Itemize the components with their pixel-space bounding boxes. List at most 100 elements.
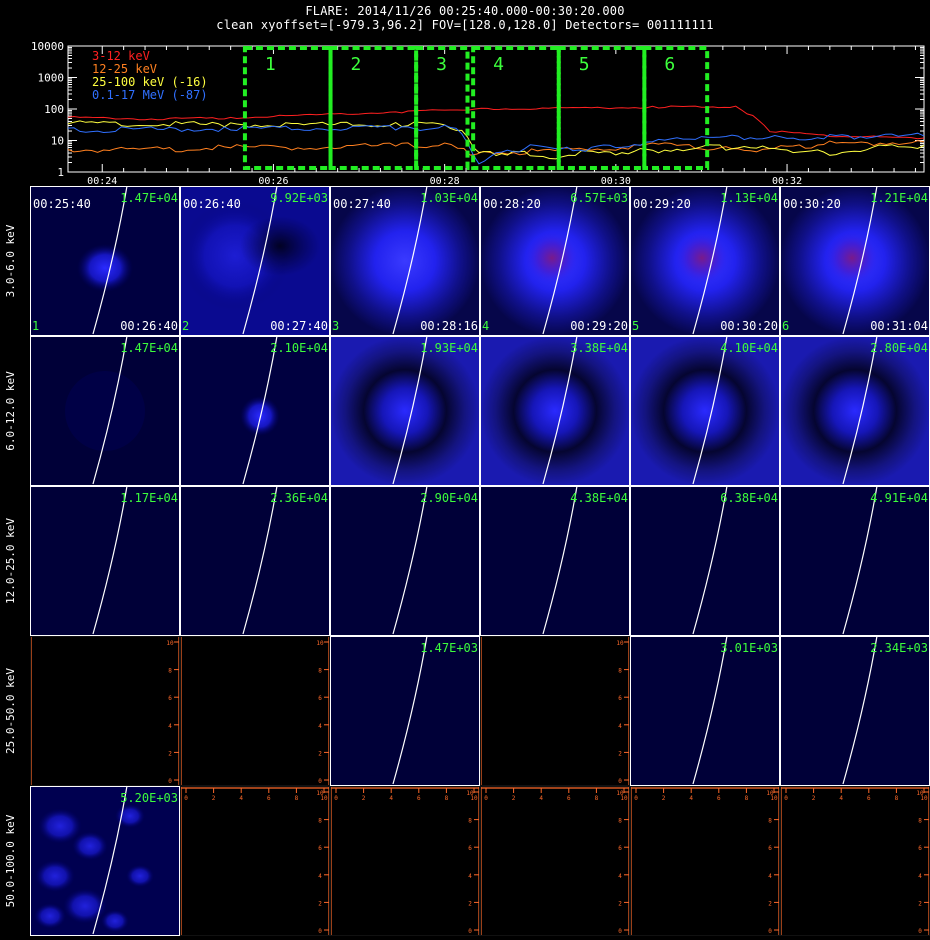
- source-emission: [480, 336, 630, 486]
- frame-tick-label: 4: [618, 873, 622, 880]
- peak-value-label: 2.10E+04: [270, 341, 328, 355]
- source-emission: [240, 396, 280, 436]
- frame-tick-label: 0: [334, 795, 338, 802]
- image-background: [330, 636, 480, 786]
- frame-tick-label: 8: [318, 668, 322, 675]
- image-parameters: clean xyoffset=[-979.3,96.2] FOV=[128.0,…: [216, 18, 714, 32]
- frame-tick-label: 4: [239, 795, 243, 802]
- frame-tick-label: 8: [295, 795, 299, 802]
- frame-tick-label: 0: [634, 795, 638, 802]
- peak-value-label: 6.38E+04: [720, 491, 778, 505]
- time-interval-box-1: [242, 46, 333, 170]
- frame-tick-label: 4: [318, 873, 322, 880]
- frame-tick-label: 0: [184, 795, 188, 802]
- frame-tick-label: 2: [468, 900, 472, 907]
- time-end-label: 00:26:40: [120, 319, 178, 333]
- image-background: [180, 786, 330, 936]
- frame-tick-label: 6: [717, 795, 721, 802]
- frame-tick-label: 4: [468, 873, 472, 880]
- flare-title: FLARE: 2014/11/26 00:25:40.000-00:30:20.…: [305, 4, 625, 18]
- frame-tick-label: 10: [320, 795, 328, 802]
- frame-tick-label: 8: [618, 668, 622, 675]
- time-start-label: 00:29:20: [633, 197, 691, 211]
- time-end-label: 00:28:16: [420, 319, 478, 333]
- peak-value-label: 1.93E+04: [420, 341, 478, 355]
- image-cell-r3-c0: 0 2 4 6 8 10: [30, 636, 180, 786]
- time-interval-label-2: 2: [351, 54, 362, 75]
- frame-tick-label: 6: [468, 845, 472, 852]
- peak-value-label: 2.36E+04: [270, 491, 328, 505]
- frame-tick-label: 6: [417, 795, 421, 802]
- y-tick-label: 10000: [31, 40, 64, 53]
- image-cell-r2-c2: 2.90E+04: [330, 485, 480, 636]
- interval-number-label: 1: [32, 319, 39, 333]
- image-cell-r2-c4: 6.38E+04: [630, 485, 780, 636]
- peak-value-label: 1.17E+04: [120, 491, 178, 505]
- frame-tick-label: 2: [768, 900, 772, 907]
- frame-tick-label: 4: [389, 795, 393, 802]
- source-emission: [330, 336, 480, 486]
- image-cell-r0-c5: 1.21E+04 00:30:20 00:31:04 6: [780, 186, 930, 336]
- lightcurve-plot: 1 10 100 1000 10000 00:24 00:26 00:28 00:30 00:32…: [31, 40, 925, 186]
- time-end-label: 00:29:20: [570, 319, 628, 333]
- time-start-label: 00:26:40: [183, 197, 241, 211]
- image-background: [330, 786, 480, 936]
- interval-number-label: 2: [182, 319, 189, 333]
- frame-tick-label: 0: [468, 928, 472, 935]
- frame-tick-label: 8: [445, 795, 449, 802]
- image-background: [180, 486, 330, 636]
- frame-tick-label: 6: [918, 845, 922, 852]
- frame-tick-label: 2: [168, 750, 172, 757]
- image-cell-r2-c0: 1.17E+04: [30, 485, 180, 636]
- peak-value-label: 1.47E+03: [420, 641, 478, 655]
- energy-band-label-0: 3.0-6.0 keV: [4, 224, 17, 297]
- frame-tick-label: 6: [618, 845, 622, 852]
- source-core: [674, 230, 730, 286]
- image-cell-r4-c5: 02468100 2 4 6 8 10: [780, 786, 930, 936]
- image-background: [30, 636, 180, 786]
- image-cell-r0-c3: 6.57E+03 00:28:20 00:29:20 4: [480, 186, 630, 336]
- frame-tick-label: 8: [618, 818, 622, 825]
- legend-entry-3: 0.1-17 MeV (-87): [92, 88, 208, 102]
- frame-tick-label: 6: [267, 795, 271, 802]
- image-cell-r4-c0: 5.20E+03: [30, 785, 180, 936]
- peak-value-label: 9.92E+03: [270, 191, 328, 205]
- image-cell-r1-c2: 1.93E+04: [330, 335, 480, 486]
- image-cell-r4-c1: 02468100 2 4 6 8 10: [180, 786, 330, 936]
- noise-blob: [72, 831, 108, 861]
- image-cell-r2-c3: 4.38E+04: [480, 485, 630, 636]
- frame-tick-label: 4: [768, 873, 772, 880]
- peak-value-label: 1.47E+04: [120, 341, 178, 355]
- noise-blob: [126, 864, 154, 888]
- frame-tick-label: 2: [318, 750, 322, 757]
- peak-value-label: 1.47E+04: [120, 191, 178, 205]
- frame-tick-label: 0: [484, 795, 488, 802]
- time-start-label: 00:25:40: [33, 197, 91, 211]
- interval-number-label: 6: [782, 319, 789, 333]
- image-background: [780, 486, 930, 636]
- time-interval-label-6: 6: [664, 54, 675, 75]
- image-grid: 3.0-6.0 keV 1.47E+04 00:25:40 00:26:40 1 9.92…: [4, 186, 930, 936]
- frame-tick-label: 8: [595, 795, 599, 802]
- image-cell-r3-c4: 3.01E+03: [630, 635, 780, 786]
- image-cell-r1-c0: 1.47E+04: [30, 335, 180, 486]
- frame-tick-label: 4: [689, 795, 693, 802]
- noise-blob: [35, 860, 75, 892]
- image-background: [780, 786, 930, 936]
- energy-band-label-1: 6.0-12.0 keV: [4, 371, 17, 451]
- frame-tick-label: 8: [168, 668, 172, 675]
- peak-value-label: 2.90E+04: [420, 491, 478, 505]
- frame-tick-label: 0: [168, 778, 172, 785]
- source-emission: [780, 336, 930, 486]
- image-cell-r4-c2: 02468100 2 4 6 8 10: [330, 786, 480, 936]
- frame-tick-label: 8: [468, 818, 472, 825]
- frame-tick-label: 6: [168, 695, 172, 702]
- image-cell-r3-c3: 0 2 4 6 8 10: [480, 636, 630, 786]
- frame-tick-label: 4: [168, 723, 172, 730]
- frame-tick-label: 0: [618, 778, 622, 785]
- frame-tick-label: 2: [918, 900, 922, 907]
- peak-value-label: 1.03E+04: [420, 191, 478, 205]
- frame-tick-label: 8: [318, 818, 322, 825]
- time-interval-label-1: 1: [265, 54, 276, 75]
- image-background: [30, 486, 180, 636]
